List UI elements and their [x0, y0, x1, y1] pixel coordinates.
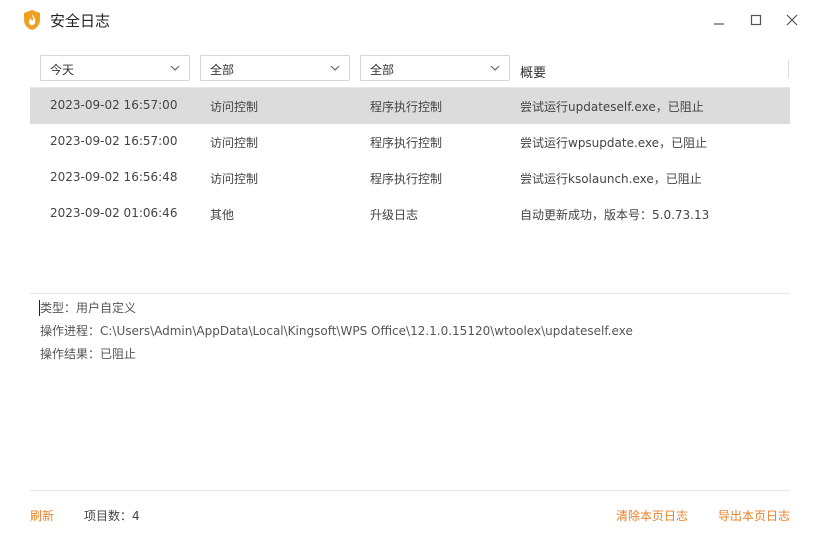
- column-divider: [788, 60, 789, 78]
- table-row[interactable]: 2023-09-02 16:57:00 访问控制 程序执行控制 尝试运行wpsu…: [30, 124, 790, 160]
- type-filter-dropdown[interactable]: 全部: [360, 55, 510, 81]
- minimize-icon: [714, 23, 724, 25]
- type-filter-value: 全部: [370, 63, 395, 77]
- clear-page-log-link[interactable]: 清除本页日志: [616, 507, 688, 524]
- close-icon: [786, 14, 798, 26]
- chevron-down-icon: [490, 65, 500, 71]
- close-button[interactable]: [780, 8, 804, 32]
- row-type: 程序执行控制: [370, 136, 443, 150]
- row-time: 2023-09-02 16:57:00: [50, 98, 178, 112]
- table-row[interactable]: 2023-09-02 16:57:00 访问控制 程序执行控制 尝试运行upda…: [30, 88, 790, 124]
- row-time: 2023-09-02 01:06:46: [50, 206, 178, 220]
- divider: [30, 293, 790, 294]
- row-type: 升级日志: [370, 208, 419, 222]
- category-filter-dropdown[interactable]: 全部: [200, 55, 350, 81]
- row-summary: 尝试运行ksolaunch.exe，已阻止: [520, 172, 702, 186]
- item-count: 项目数：4: [84, 509, 140, 523]
- detail-process: 操作进程：C:\Users\Admin\AppData\Local\Kingso…: [40, 324, 633, 338]
- row-summary: 自动更新成功，版本号：5.0.73.13: [520, 208, 710, 222]
- refresh-link[interactable]: 刷新: [30, 507, 54, 524]
- row-summary: 尝试运行updateself.exe，已阻止: [520, 100, 704, 114]
- row-category: 其他: [210, 208, 235, 222]
- table-row[interactable]: 2023-09-02 01:06:46 其他 升级日志 自动更新成功，版本号：5…: [30, 196, 790, 232]
- divider: [30, 490, 790, 491]
- maximize-icon: [750, 14, 762, 26]
- summary-column-header: 概要: [520, 66, 547, 81]
- detail-result: 操作结果：已阻止: [40, 347, 137, 361]
- category-filter-value: 全部: [210, 63, 235, 77]
- flame-shield-icon: [24, 10, 40, 30]
- filter-header-row: 今天 全部 全部 概要: [30, 51, 790, 88]
- export-page-log-link[interactable]: 导出本页日志: [718, 507, 790, 524]
- minimize-button[interactable]: [707, 8, 731, 32]
- detail-pane[interactable]: 类型：用户自定义 操作进程：C:\Users\Admin\AppData\Loc…: [40, 300, 633, 369]
- detail-type: 类型：用户自定义: [40, 301, 137, 315]
- row-category: 访问控制: [210, 172, 259, 186]
- maximize-button[interactable]: [744, 8, 768, 32]
- row-time: 2023-09-02 16:57:00: [50, 134, 178, 148]
- time-filter-dropdown[interactable]: 今天: [40, 55, 190, 81]
- table-row[interactable]: 2023-09-02 16:56:48 访问控制 程序执行控制 尝试运行ksol…: [30, 160, 790, 196]
- chevron-down-icon: [330, 65, 340, 71]
- chevron-down-icon: [170, 65, 180, 71]
- row-time: 2023-09-02 16:56:48: [50, 170, 178, 184]
- log-table: 2023-09-02 16:57:00 访问控制 程序执行控制 尝试运行upda…: [30, 88, 790, 232]
- row-category: 访问控制: [210, 100, 259, 114]
- row-type: 程序执行控制: [370, 100, 443, 114]
- time-filter-value: 今天: [50, 63, 75, 77]
- row-type: 程序执行控制: [370, 172, 443, 186]
- window-title: 安全日志: [50, 12, 111, 30]
- row-category: 访问控制: [210, 136, 259, 150]
- title-bar: 安全日志: [0, 0, 820, 40]
- row-summary: 尝试运行wpsupdate.exe，已阻止: [520, 136, 708, 150]
